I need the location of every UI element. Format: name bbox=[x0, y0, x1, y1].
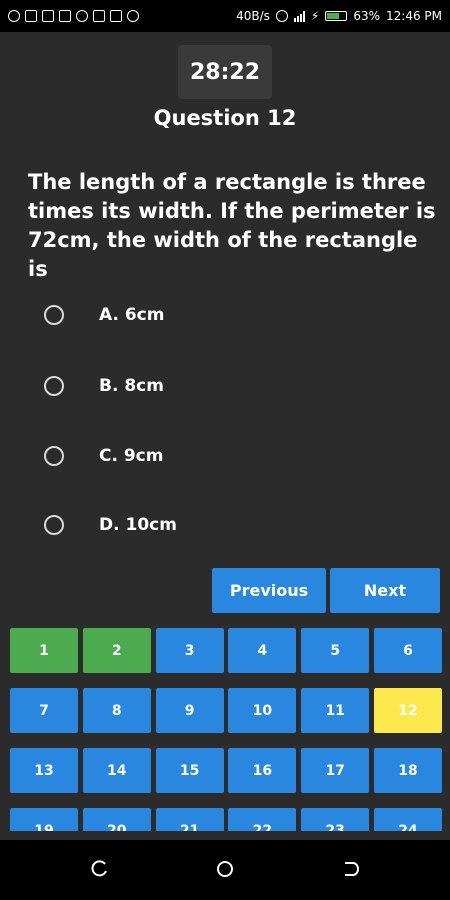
notification-icons bbox=[8, 10, 139, 22]
question-number-button[interactable]: 19 bbox=[10, 808, 78, 831]
question-number-button[interactable]: 9 bbox=[155, 688, 224, 733]
settings-icon bbox=[127, 10, 139, 22]
question-number-button[interactable]: 4 bbox=[228, 628, 297, 673]
next-button[interactable]: Next bbox=[330, 568, 440, 613]
previous-button[interactable]: Previous bbox=[212, 568, 326, 613]
radio-button[interactable] bbox=[44, 376, 64, 396]
home-icon[interactable] bbox=[216, 860, 234, 878]
network-speed: 40B/s bbox=[236, 9, 270, 23]
hotspot-icon bbox=[275, 10, 288, 22]
question-text: The length of a rectangle is three times… bbox=[28, 170, 436, 281]
back-icon[interactable] bbox=[341, 860, 359, 878]
option-label: A. 6cm bbox=[99, 305, 165, 325]
question-number-button[interactable]: 24 bbox=[374, 808, 442, 831]
question-number-button[interactable]: 7 bbox=[10, 688, 78, 733]
option-d[interactable]: D. 10cm bbox=[44, 512, 177, 538]
mail-icon bbox=[59, 10, 71, 22]
system-nav-bar bbox=[0, 840, 450, 900]
signal-icon bbox=[293, 10, 305, 22]
question-number-button[interactable]: 22 bbox=[228, 808, 297, 831]
status-bar: 40B/s ⚡ 63% 12:46 PM bbox=[0, 0, 450, 32]
option-b[interactable]: B. 8cm bbox=[44, 373, 164, 399]
question-number-button[interactable]: 10 bbox=[228, 688, 297, 733]
question-number-button[interactable]: 1 bbox=[10, 628, 78, 673]
charging-icon: ⚡ bbox=[310, 9, 320, 23]
option-label: D. 10cm bbox=[99, 515, 177, 535]
option-a[interactable]: A. 6cm bbox=[44, 302, 164, 328]
question-number-button[interactable]: 17 bbox=[301, 748, 370, 793]
question-number-button[interactable]: 8 bbox=[82, 688, 151, 733]
battery-icon bbox=[325, 11, 348, 21]
question-number-button[interactable]: 2 bbox=[82, 628, 151, 673]
clock: 12:46 PM bbox=[386, 9, 442, 23]
message-icon bbox=[25, 10, 37, 22]
question-number-button[interactable]: 16 bbox=[228, 748, 297, 793]
instagram-icon bbox=[76, 10, 88, 22]
question-number-button[interactable]: 3 bbox=[155, 628, 224, 673]
question-number-button[interactable]: 6 bbox=[374, 628, 442, 673]
question-number-button[interactable]: 5 bbox=[301, 628, 370, 673]
question-grid: 1 2 3 4 5 6 7 8 9 10 11 12 13 14 15 16 17 18 19 20 21 22 23 24 bbox=[10, 628, 442, 831]
question-number-button[interactable]: 13 bbox=[10, 748, 78, 793]
option-label: C. 9cm bbox=[99, 446, 164, 466]
radio-button[interactable] bbox=[44, 446, 64, 466]
radio-button[interactable] bbox=[44, 305, 64, 325]
question-number-button[interactable]: 14 bbox=[82, 748, 151, 793]
phone-icon bbox=[110, 10, 122, 22]
question-number-button[interactable]: 20 bbox=[82, 808, 151, 831]
countdown-timer: 28:22 bbox=[178, 45, 272, 99]
question-number-button[interactable]: 23 bbox=[301, 808, 370, 831]
question-number-button[interactable]: 15 bbox=[155, 748, 224, 793]
question-number-button[interactable]: 12 bbox=[374, 688, 442, 733]
battery-percent: 63% bbox=[353, 9, 380, 23]
question-number-button[interactable]: 21 bbox=[155, 808, 224, 831]
question-number-button[interactable]: 11 bbox=[301, 688, 370, 733]
recents-icon[interactable] bbox=[91, 860, 109, 878]
bluetooth-icon bbox=[8, 10, 20, 22]
image-icon bbox=[93, 10, 105, 22]
notification-icon bbox=[42, 10, 54, 22]
question-number-button[interactable]: 18 bbox=[374, 748, 442, 793]
radio-button[interactable] bbox=[44, 515, 64, 535]
question-title: Question 12 bbox=[153, 106, 297, 130]
option-c[interactable]: C. 9cm bbox=[44, 443, 163, 469]
option-label: B. 8cm bbox=[99, 376, 164, 396]
